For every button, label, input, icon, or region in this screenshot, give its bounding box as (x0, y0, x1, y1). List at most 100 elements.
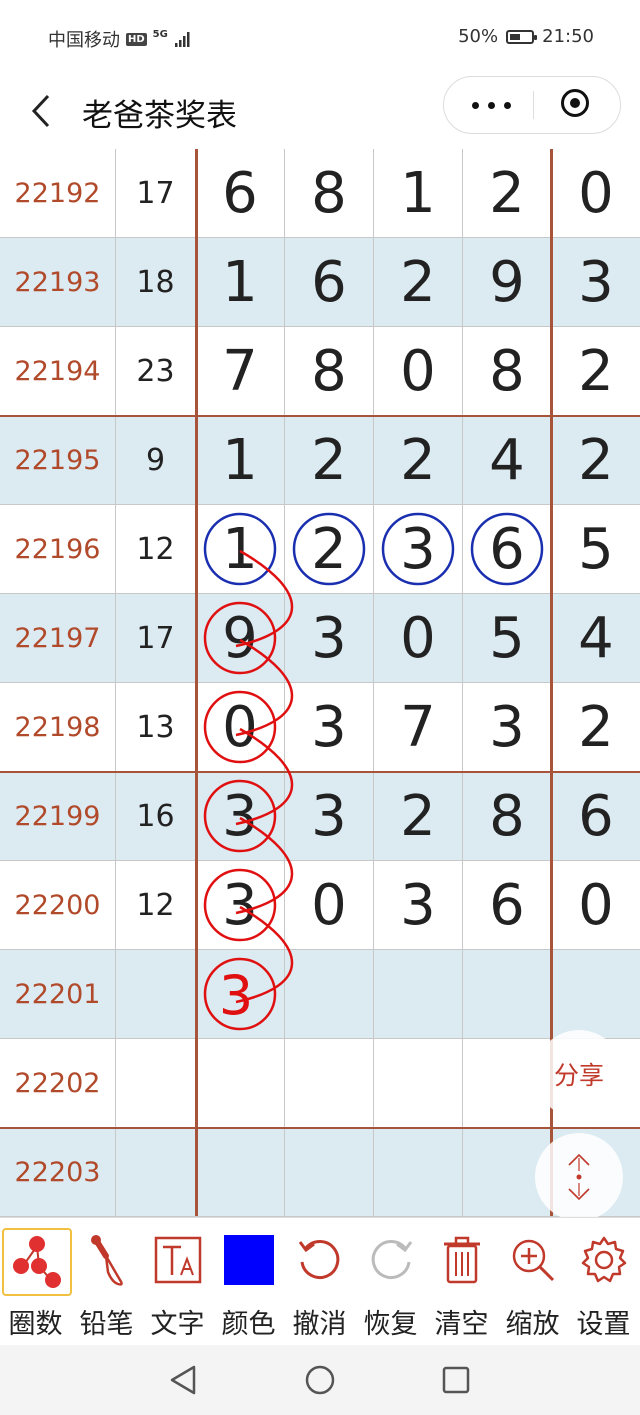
tool-gear[interactable]: 设置 (568, 1218, 639, 1346)
digit-cell[interactable]: 8 (285, 327, 374, 416)
digit-cell[interactable]: 3 (285, 683, 374, 772)
undo-icon (292, 1228, 348, 1292)
digit-cell[interactable]: 6 (463, 861, 552, 950)
digit-cell[interactable] (374, 1039, 463, 1128)
digit-cell[interactable]: 0 (285, 861, 374, 950)
digit-cell[interactable]: 6 (552, 772, 640, 861)
back-button[interactable] (28, 86, 68, 136)
digit-cell[interactable]: 8 (463, 327, 552, 416)
more-button[interactable] (468, 77, 518, 133)
digit-cell[interactable]: 5 (463, 594, 552, 683)
tool-trash[interactable]: 清空 (426, 1218, 497, 1346)
nav-back-icon[interactable] (168, 1363, 200, 1397)
digit-cell[interactable]: 3 (374, 861, 463, 950)
digit-cell[interactable] (285, 1039, 374, 1128)
nav-recents-icon[interactable] (440, 1364, 472, 1396)
tool-redo[interactable]: 恢复 (355, 1218, 426, 1346)
digit-cell[interactable]: 0 (374, 594, 463, 683)
sum-cell (116, 1039, 196, 1128)
tool-zoom-in[interactable]: 缩放 (497, 1218, 568, 1346)
period-cell: 22194 (0, 327, 116, 416)
brush-icon (79, 1228, 135, 1292)
digit-cell[interactable]: 1 (196, 238, 285, 327)
digit-cell[interactable]: 3 (552, 238, 640, 327)
digit-cell[interactable]: 9 (463, 238, 552, 327)
table-row: 22195 9 1 2 2 4 2 (0, 416, 640, 505)
sum-cell (116, 1128, 196, 1217)
digit-cell[interactable]: 3 (196, 861, 285, 950)
period-cell: 22202 (0, 1039, 116, 1128)
digit-cell[interactable]: 3 (285, 594, 374, 683)
tool-label: 颜色 (221, 1309, 276, 1340)
tool-label: 文字 (150, 1309, 205, 1340)
sum-cell: 12 (116, 505, 196, 594)
group-separator (0, 771, 640, 773)
digit-cell[interactable]: 5 (552, 505, 640, 594)
redo-icon (363, 1228, 419, 1292)
tool-brush[interactable]: 铅笔 (71, 1218, 142, 1346)
digit-cell[interactable]: 0 (374, 327, 463, 416)
digit-cell[interactable]: 2 (285, 505, 374, 594)
digit-cell[interactable]: 0 (552, 149, 640, 238)
table-row: 22193 18 1 6 2 9 3 (0, 238, 640, 327)
page-title: 老爸茶奖表 (82, 98, 237, 134)
digit-cell[interactable]: 6 (285, 238, 374, 327)
status-bar: 中国移动 HD 5G 50% 21:50 (0, 0, 640, 78)
digit-cell[interactable]: 3 (285, 772, 374, 861)
digit-cell[interactable] (374, 950, 463, 1039)
digit-cell[interactable]: 6 (463, 505, 552, 594)
digit-cell[interactable]: 2 (374, 416, 463, 505)
digit-cell[interactable] (196, 950, 285, 1039)
table-row: 22192 17 6 8 1 2 0 (0, 149, 640, 238)
digit-cell[interactable]: 1 (374, 149, 463, 238)
digit-cell[interactable]: 6 (196, 149, 285, 238)
digit-cell[interactable]: 2 (374, 238, 463, 327)
digit-cell[interactable]: 3 (196, 772, 285, 861)
share-button[interactable]: 分享 (535, 1030, 623, 1118)
battery-percent: 50% (458, 26, 499, 47)
digit-cell[interactable]: 0 (196, 683, 285, 772)
tool-circle-numbers[interactable]: 圈数 (0, 1218, 72, 1346)
digit-cell[interactable]: 2 (552, 416, 640, 505)
digit-cell[interactable]: 2 (552, 683, 640, 772)
digit-cell[interactable]: 3 (374, 505, 463, 594)
tool-text[interactable]: 文字 (142, 1218, 213, 1346)
close-mini-program-button[interactable] (561, 89, 589, 117)
digit-cell[interactable]: 1 (196, 416, 285, 505)
digit-cell[interactable]: 7 (196, 327, 285, 416)
digit-cell[interactable]: 8 (285, 149, 374, 238)
digit-cell[interactable] (285, 1128, 374, 1217)
scroll-toggle-button[interactable] (535, 1133, 623, 1221)
tool-undo[interactable]: 撤消 (284, 1218, 355, 1346)
digit-cell[interactable]: 2 (374, 772, 463, 861)
digit-cell[interactable]: 0 (552, 861, 640, 950)
carrier-name: 中国移动 (48, 30, 120, 51)
digit-cell[interactable]: 2 (463, 149, 552, 238)
circle-numbers-icon (2, 1228, 72, 1296)
signal-icon (174, 32, 190, 47)
digit-cell[interactable] (463, 950, 552, 1039)
tool-color-swatch[interactable]: 颜色 (213, 1218, 284, 1346)
digit-cell[interactable] (552, 950, 640, 1039)
digit-cell[interactable]: 2 (285, 416, 374, 505)
up-down-arrows-icon (568, 1153, 590, 1201)
digit-cell[interactable]: 3 (463, 683, 552, 772)
digit-cell[interactable] (196, 1128, 285, 1217)
digit-cell[interactable]: 4 (463, 416, 552, 505)
chevron-left-icon (31, 94, 50, 128)
table-row: 22196 12 1 2 3 6 5 (0, 505, 640, 594)
digit-cell[interactable]: 1 (196, 505, 285, 594)
digit-cell[interactable] (285, 950, 374, 1039)
digit-cell[interactable]: 2 (552, 327, 640, 416)
period-cell: 22203 (0, 1128, 116, 1217)
digit-cell[interactable] (196, 1039, 285, 1128)
nav-home-icon[interactable] (303, 1363, 337, 1397)
digit-cell[interactable]: 9 (196, 594, 285, 683)
period-cell: 22192 (0, 149, 116, 238)
zoom-in-icon (505, 1228, 561, 1292)
digit-cell[interactable]: 4 (552, 594, 640, 683)
digit-cell[interactable]: 8 (463, 772, 552, 861)
digit-cell[interactable]: 7 (374, 683, 463, 772)
period-cell: 22201 (0, 950, 116, 1039)
digit-cell[interactable] (374, 1128, 463, 1217)
